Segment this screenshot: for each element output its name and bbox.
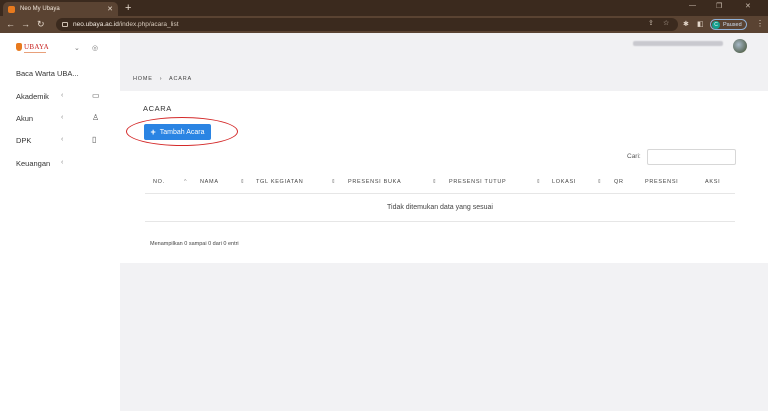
breadcrumb-home[interactable]: HOME bbox=[133, 76, 153, 82]
extensions-icon[interactable]: ✱ bbox=[683, 20, 689, 28]
search-label: Cari: bbox=[627, 153, 641, 160]
lock-icon bbox=[62, 22, 68, 27]
logo-mark bbox=[16, 43, 22, 51]
logo-tagline bbox=[24, 52, 46, 53]
browser-tab[interactable]: Neo My Ubaya ✕ bbox=[3, 2, 118, 16]
target-icon[interactable]: ◎ bbox=[92, 44, 98, 52]
maximize-icon[interactable]: ❐ bbox=[716, 2, 722, 10]
table-info: Menampilkan 0 sampai 0 dari 0 entri bbox=[150, 241, 239, 247]
browser-tab-bar: Neo My Ubaya ✕ + — ❐ ✕ bbox=[0, 0, 768, 16]
chevron-left-icon: ‹ bbox=[61, 136, 64, 143]
profile-status: Paused bbox=[723, 21, 742, 28]
search-input[interactable] bbox=[647, 149, 736, 165]
ubaya-logo[interactable]: UBAYA bbox=[16, 43, 49, 51]
sidebar-item-warta[interactable]: Baca Warta UBA... bbox=[16, 69, 79, 78]
sidebar-item-keuangan[interactable]: Keuangan bbox=[16, 159, 50, 168]
annotation-ellipse bbox=[126, 117, 238, 146]
sort-icon[interactable]: ⇕ bbox=[536, 179, 541, 185]
page-title: ACARA bbox=[143, 104, 172, 113]
badge-icon: ▯ bbox=[92, 135, 97, 144]
table-header-divider bbox=[145, 193, 735, 194]
favicon-icon bbox=[8, 5, 15, 13]
browser-toolbar: ← → ↻ neo.ubaya.ac.id/index.php/acara_li… bbox=[0, 16, 768, 33]
address-bar[interactable]: neo.ubaya.ac.id/index.php/acara_list bbox=[56, 18, 678, 31]
breadcrumb-separator: › bbox=[159, 76, 163, 82]
user-icon: ♙ bbox=[92, 113, 100, 122]
new-tab-button[interactable]: + bbox=[125, 1, 131, 15]
sort-icon[interactable]: ⇕ bbox=[240, 179, 245, 185]
avatar[interactable] bbox=[733, 39, 747, 53]
forward-icon[interactable]: → bbox=[21, 18, 30, 30]
tab-close-icon[interactable]: ✕ bbox=[107, 5, 113, 13]
column-header-lokasi[interactable]: LOKASI bbox=[552, 179, 576, 185]
column-header-qr: QR bbox=[614, 179, 624, 185]
share-icon[interactable]: ⇪ bbox=[648, 19, 654, 27]
profile-avatar: C bbox=[712, 20, 720, 29]
table-empty-message: Tidak ditemukan data yang sesuai bbox=[387, 204, 493, 211]
reload-icon[interactable]: ↻ bbox=[37, 18, 45, 30]
sort-icon[interactable]: ⇕ bbox=[331, 179, 336, 185]
minimize-icon[interactable]: — bbox=[689, 2, 696, 9]
column-header-presensi-tutup[interactable]: PRESENSI TUTUP bbox=[449, 179, 506, 185]
bookmark-star-icon[interactable]: ☆ bbox=[663, 19, 669, 27]
logo-text: UBAYA bbox=[24, 43, 49, 51]
column-header-tgl-kegiatan[interactable]: TGL KEGIATAN bbox=[256, 179, 303, 185]
user-name-blurred[interactable] bbox=[633, 41, 723, 46]
chevron-left-icon: ‹ bbox=[61, 114, 64, 121]
column-header-presensi: PRESENSI bbox=[645, 179, 679, 185]
sidebar: UBAYA ⌄ ◎ Baca Warta UBA... Akademik ‹ ▭… bbox=[0, 33, 120, 411]
back-icon[interactable]: ← bbox=[6, 18, 15, 30]
table-bottom-divider bbox=[145, 221, 735, 222]
sidebar-item-akun[interactable]: Akun bbox=[16, 114, 33, 123]
book-icon: ▭ bbox=[92, 91, 100, 100]
chevron-left-icon: ‹ bbox=[61, 92, 64, 99]
column-header-nama[interactable]: NAMA bbox=[200, 179, 219, 185]
chevron-down-icon[interactable]: ⌄ bbox=[74, 44, 80, 52]
sidepanel-icon[interactable]: ◧ bbox=[697, 20, 704, 28]
tab-title: Neo My Ubaya bbox=[20, 6, 60, 12]
content-card bbox=[120, 91, 768, 263]
browser-menu-icon[interactable]: ⋮ bbox=[756, 19, 764, 28]
sort-asc-icon[interactable]: ^ bbox=[184, 179, 187, 185]
column-header-aksi: AKSI bbox=[705, 179, 721, 185]
url-text: neo.ubaya.ac.id/index.php/acara_list bbox=[73, 21, 179, 28]
column-header-presensi-buka[interactable]: PRESENSI BUKA bbox=[348, 179, 401, 185]
profile-button[interactable]: C Paused bbox=[710, 19, 747, 30]
breadcrumb-current: ACARA bbox=[169, 76, 192, 82]
chevron-left-icon: ‹ bbox=[61, 159, 64, 166]
sidebar-item-akademik[interactable]: Akademik bbox=[16, 92, 49, 101]
column-header-no[interactable]: NO. bbox=[153, 179, 165, 185]
sidebar-item-dpk[interactable]: DPK bbox=[16, 136, 31, 145]
sort-icon[interactable]: ⇕ bbox=[432, 179, 437, 185]
sort-icon[interactable]: ⇕ bbox=[597, 179, 602, 185]
window-close-icon[interactable]: ✕ bbox=[745, 2, 751, 10]
breadcrumb: HOME › ACARA bbox=[133, 76, 192, 82]
